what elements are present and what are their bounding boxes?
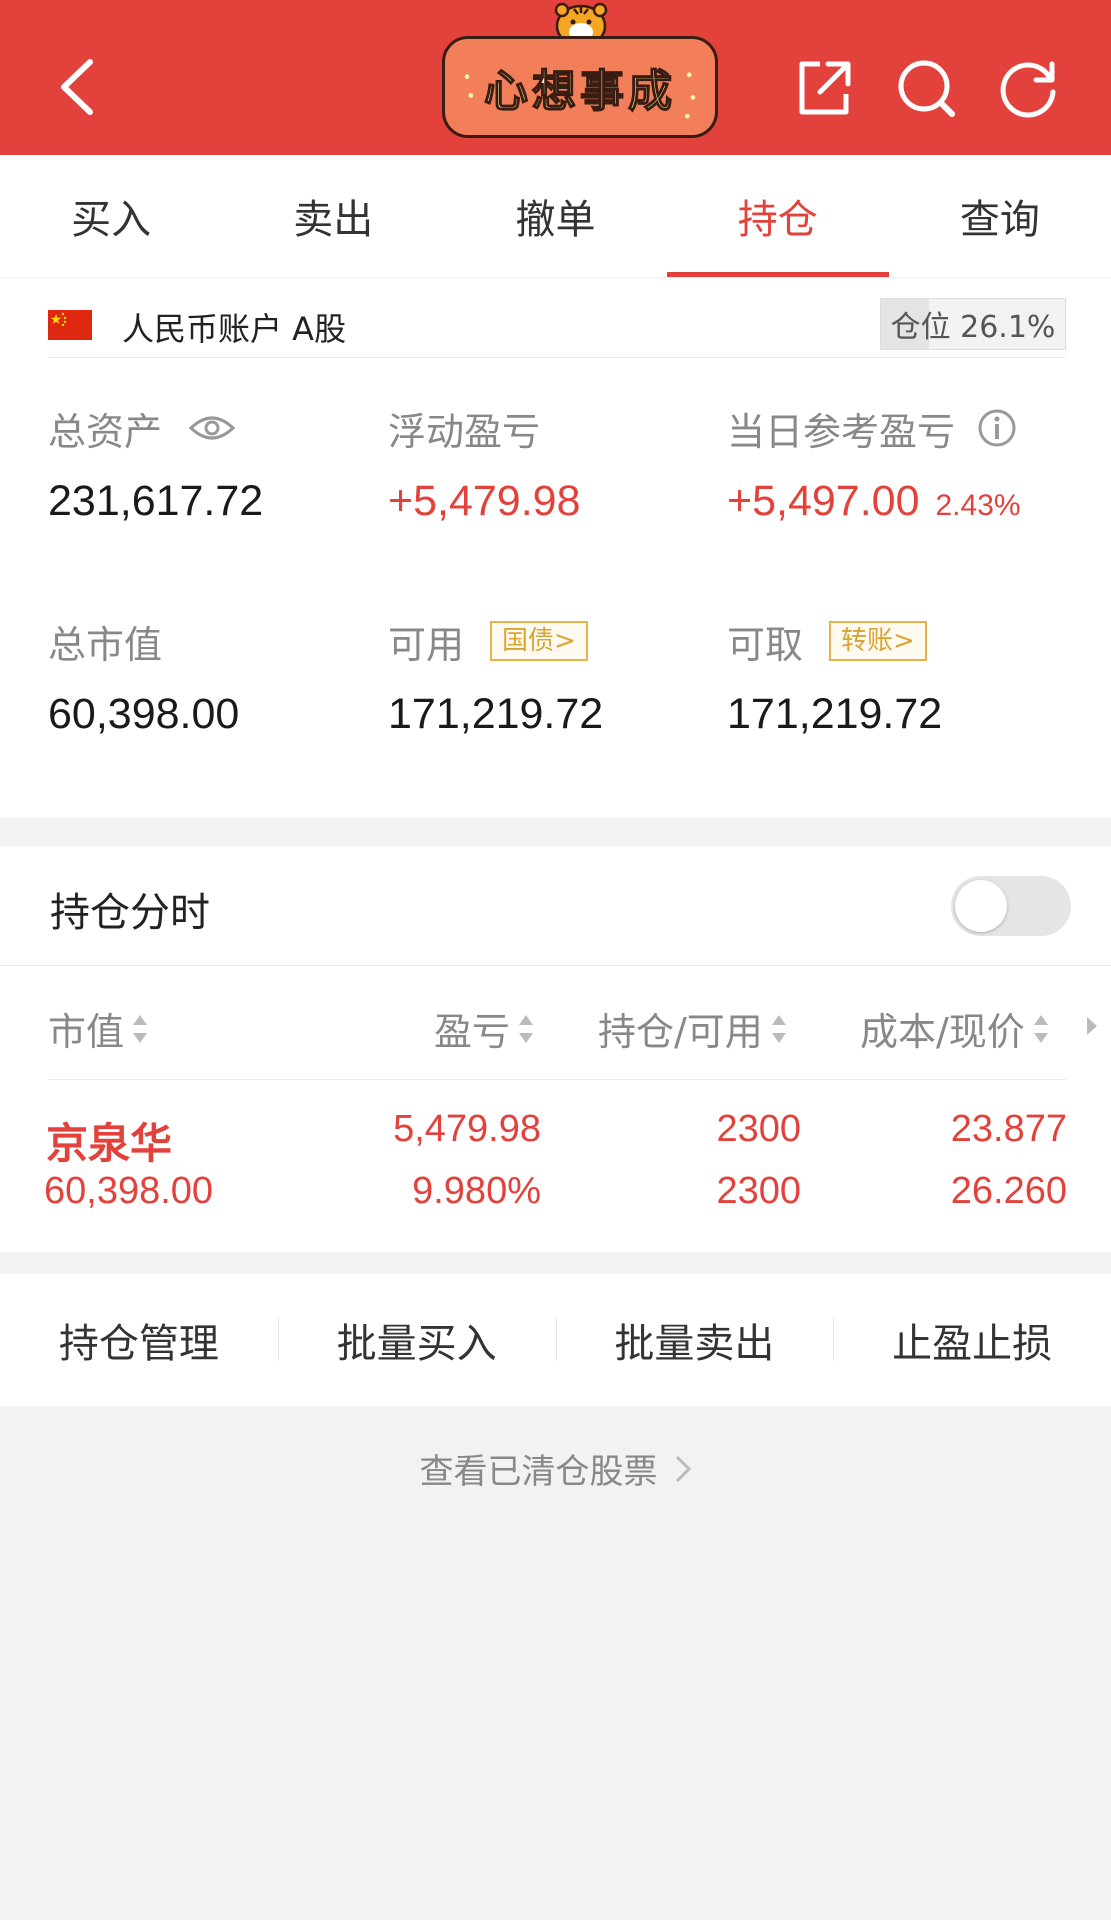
share-icon[interactable] — [792, 56, 856, 120]
banner-text: 心想事成 — [483, 65, 676, 118]
sort-icon — [1033, 1014, 1048, 1043]
today-pnl-value: +5,497.00 — [727, 477, 920, 525]
toggle-knob — [955, 880, 1007, 932]
column-market-value-label: 市值 — [48, 1010, 125, 1054]
stock-cost: 23.877 — [950, 1108, 1067, 1150]
scroll-right-icon[interactable] — [1085, 1014, 1099, 1038]
sort-icon — [519, 1014, 534, 1043]
stock-available: 2300 — [716, 1170, 801, 1212]
position-ratio-label: 仓位 26.1% — [890, 310, 1056, 345]
stock-pnl-pct: 9.980% — [412, 1170, 541, 1212]
stock-price: 26.260 — [950, 1170, 1067, 1212]
header-divider — [48, 1079, 1066, 1080]
today-pnl: 当日参考盈亏 +5,497.00 2.43% — [727, 403, 1021, 526]
holdings-timeline-title: 持仓分时 — [50, 890, 210, 936]
available-value: 171,219.72 — [388, 690, 604, 738]
transfer-button[interactable]: 转账> — [829, 621, 927, 661]
eye-icon[interactable] — [188, 413, 236, 443]
search-icon[interactable] — [894, 56, 958, 120]
floating-pnl-label: 浮动盈亏 — [388, 409, 541, 454]
banner: 心想事成 — [442, 36, 718, 138]
back-icon[interactable] — [50, 52, 110, 122]
column-cost-price[interactable]: 成本/现价 — [860, 1001, 1051, 1056]
stock-market-value: 60,398.00 — [44, 1170, 214, 1212]
stock-name: 京泉华 — [46, 1119, 173, 1168]
account-name: 人民币账户 A股 — [122, 310, 347, 348]
tab-query[interactable]: 查询 — [889, 155, 1111, 277]
batch-sell-button[interactable]: 批量卖出 — [555, 1311, 834, 1369]
total-assets-value: 231,617.72 — [48, 477, 264, 525]
chevron-right-icon — [675, 1455, 691, 1482]
tab-holdings[interactable]: 持仓 — [666, 155, 890, 277]
column-pnl[interactable]: 盈亏 — [434, 1001, 536, 1056]
column-market-value[interactable]: 市值 — [48, 1001, 150, 1056]
take-profit-stop-loss-button[interactable]: 止盈止损 — [833, 1311, 1111, 1369]
available-label: 可用 — [388, 622, 465, 667]
market-value: 总市值 60,398.00 — [48, 616, 239, 739]
tab-sell[interactable]: 卖出 — [222, 155, 444, 277]
batch-buy-button[interactable]: 批量买入 — [277, 1311, 556, 1369]
view-cleared-stocks-label: 查看已清仓股票 — [419, 1452, 658, 1492]
sort-icon — [133, 1014, 148, 1043]
total-assets-label: 总资产 — [48, 409, 163, 454]
stock-pnl: 5,479.98 — [393, 1108, 541, 1150]
info-icon[interactable] — [977, 408, 1017, 448]
floating-pnl: 浮动盈亏 +5,479.98 — [388, 403, 581, 526]
withdrawable-value: 171,219.72 — [727, 690, 943, 738]
sort-icon — [771, 1014, 786, 1043]
column-cost-price-label: 成本/现价 — [860, 1010, 1025, 1054]
column-pnl-label: 盈亏 — [434, 1010, 511, 1054]
holdings-timeline-toggle[interactable] — [951, 876, 1071, 936]
trade-tabs: 买入 卖出 撤单 持仓 查询 — [0, 155, 1111, 278]
holdings-manage-button[interactable]: 持仓管理 — [0, 1311, 278, 1369]
holdings-action-bar: 持仓管理 批量买入 批量卖出 止盈止损 — [0, 1274, 1111, 1406]
position-ratio-badge: 仓位 26.1% — [880, 298, 1066, 350]
column-position-label: 持仓/可用 — [598, 1010, 763, 1054]
tab-cancel[interactable]: 撤单 — [444, 155, 666, 277]
withdrawable-funds: 可取 转账> 171,219.72 — [727, 616, 942, 739]
account-summary: 人民币账户 A股 仓位 26.1% 总资产 231,617.72 浮动盈亏 +5… — [0, 278, 1111, 818]
available-funds: 可用 国债> 171,219.72 — [388, 616, 603, 739]
column-position[interactable]: 持仓/可用 — [598, 1001, 789, 1056]
today-pnl-label: 当日参考盈亏 — [727, 409, 956, 454]
top-bar: 心想事成 — [0, 0, 1111, 155]
account-row[interactable]: 人民币账户 A股 仓位 26.1% — [48, 290, 1066, 358]
market-value-value: 60,398.00 — [48, 690, 240, 738]
china-flag-icon — [48, 310, 92, 340]
market-value-label: 总市值 — [48, 622, 163, 667]
withdrawable-label: 可取 — [727, 622, 804, 667]
view-cleared-stocks-link[interactable]: 查看已清仓股票 — [0, 1444, 1111, 1493]
refresh-icon[interactable] — [996, 56, 1060, 120]
total-assets: 总资产 231,617.72 — [48, 403, 263, 526]
stock-position: 2300 — [716, 1108, 801, 1150]
today-pnl-pct: 2.43% — [935, 489, 1021, 522]
treasury-bond-button[interactable]: 国债> — [490, 621, 588, 661]
floating-pnl-value: +5,479.98 — [388, 477, 581, 525]
holdings-timeline-row: 持仓分时 — [0, 846, 1111, 966]
holdings-panel: 持仓分时 市值 盈亏 持仓/可用 成本/现价 京泉华 60,398.00 5,4… — [0, 846, 1111, 1252]
tab-buy[interactable]: 买入 — [0, 155, 222, 277]
